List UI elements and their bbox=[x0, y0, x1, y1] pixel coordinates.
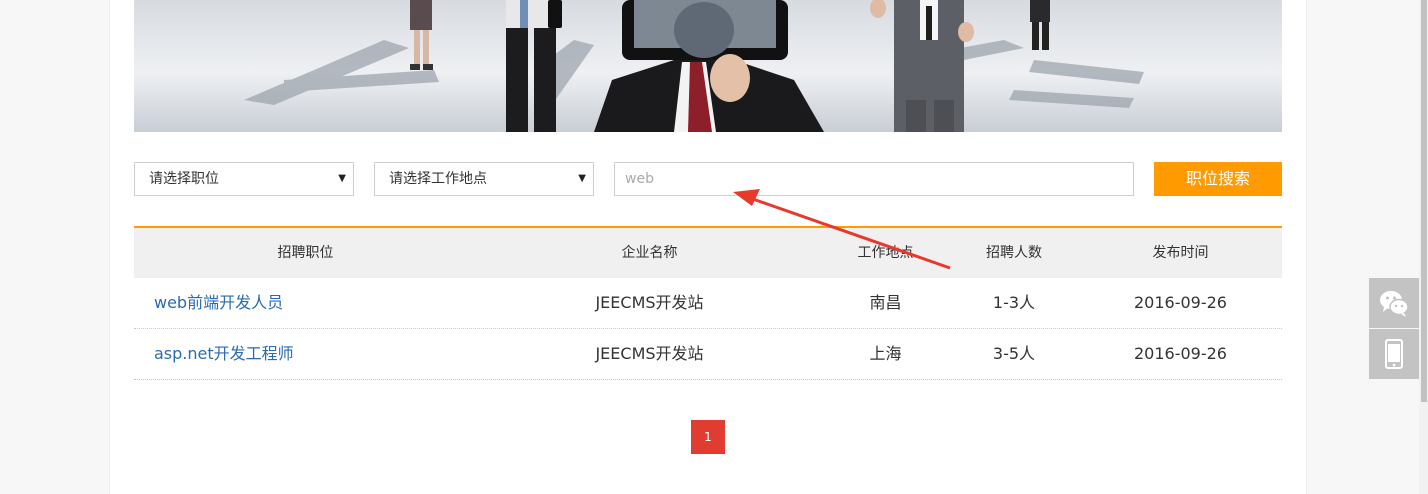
job-link[interactable]: web前端开发人员 bbox=[154, 278, 477, 328]
location-select[interactable]: 请选择工作地点 ▼ bbox=[374, 162, 594, 196]
company-name: JEECMS开发站 bbox=[595, 344, 704, 363]
header-job: 招聘职位 bbox=[277, 245, 334, 261]
hire-count: 1-3人 bbox=[992, 293, 1036, 312]
position-select-label: 请选择职位 bbox=[149, 171, 219, 187]
publish-date: 2016-09-26 bbox=[1134, 293, 1227, 312]
header-count: 招聘人数 bbox=[986, 245, 1042, 261]
job-search-button[interactable]: 职位搜索 bbox=[1154, 162, 1282, 196]
hire-count: 3-5人 bbox=[992, 344, 1036, 363]
company-name: JEECMS开发站 bbox=[595, 293, 704, 312]
job-location: 南昌 bbox=[869, 293, 902, 312]
table-row: asp.net开发工程师 JEECMS开发站 上海 3-5人 2016-09-2… bbox=[134, 329, 1282, 380]
scrollbar-thumb[interactable] bbox=[1421, 0, 1427, 402]
publish-date: 2016-09-26 bbox=[1134, 344, 1227, 363]
location-select-label: 请选择工作地点 bbox=[389, 171, 487, 187]
mobile-icon bbox=[1385, 339, 1403, 369]
page-1-button[interactable]: 1 bbox=[691, 420, 725, 454]
job-location: 上海 bbox=[869, 344, 902, 363]
dropdown-arrow-icon: ▼ bbox=[338, 173, 346, 184]
recruitment-banner bbox=[134, 0, 1282, 132]
wechat-icon bbox=[1380, 291, 1409, 317]
mobile-button[interactable] bbox=[1369, 329, 1419, 379]
header-date: 发布时间 bbox=[1152, 245, 1209, 261]
search-filters: 请选择职位 ▼ 请选择工作地点 ▼ web 职位搜索 bbox=[134, 162, 1282, 196]
keyword-input[interactable]: web bbox=[614, 162, 1134, 196]
wechat-button[interactable] bbox=[1369, 278, 1419, 328]
header-location: 工作地点 bbox=[857, 245, 914, 261]
job-link[interactable]: asp.net开发工程师 bbox=[154, 329, 477, 379]
header-company: 企业名称 bbox=[621, 245, 678, 261]
table-header: 招聘职位 企业名称 工作地点 招聘人数 发布时间 bbox=[134, 226, 1282, 278]
job-table: 招聘职位 企业名称 工作地点 招聘人数 发布时间 web前端开发人员 JEECM… bbox=[134, 226, 1282, 380]
table-row: web前端开发人员 JEECMS开发站 南昌 1-3人 2016-09-26 bbox=[134, 278, 1282, 329]
position-select[interactable]: 请选择职位 ▼ bbox=[134, 162, 354, 196]
dropdown-arrow-icon: ▼ bbox=[578, 173, 586, 184]
